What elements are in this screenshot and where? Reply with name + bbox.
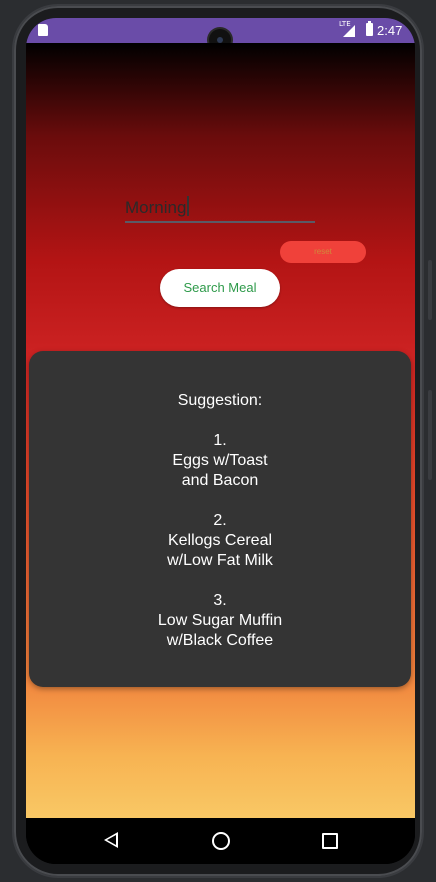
navigation-bar: [26, 818, 415, 864]
search-meal-button[interactable]: Search Meal: [160, 269, 280, 307]
meal-time-input[interactable]: Morning: [125, 195, 315, 223]
status-time: 2:47: [377, 23, 403, 38]
sim-card-icon: [38, 24, 48, 36]
reset-button[interactable]: reset: [280, 241, 366, 263]
back-icon[interactable]: [104, 832, 118, 848]
suggestion-text: Suggestion: 1. Eggs w/Toast and Bacon 2.…: [157, 392, 283, 649]
power-button: [428, 390, 432, 480]
battery-icon: [366, 21, 373, 36]
phone-screen: LTE 2:47 Morning reset Search Meal Sugge…: [26, 18, 415, 864]
home-icon[interactable]: [212, 832, 230, 850]
suggestion-card: Suggestion: 1. Eggs w/Toast and Bacon 2.…: [29, 351, 411, 687]
signal-icon: [343, 25, 355, 37]
app-content: Morning reset Search Meal Suggestion: 1.…: [26, 43, 415, 818]
volume-button: [428, 260, 432, 320]
recent-apps-icon[interactable]: [322, 833, 338, 849]
meal-time-input-value: Morning: [125, 198, 187, 217]
text-cursor: [187, 196, 189, 216]
